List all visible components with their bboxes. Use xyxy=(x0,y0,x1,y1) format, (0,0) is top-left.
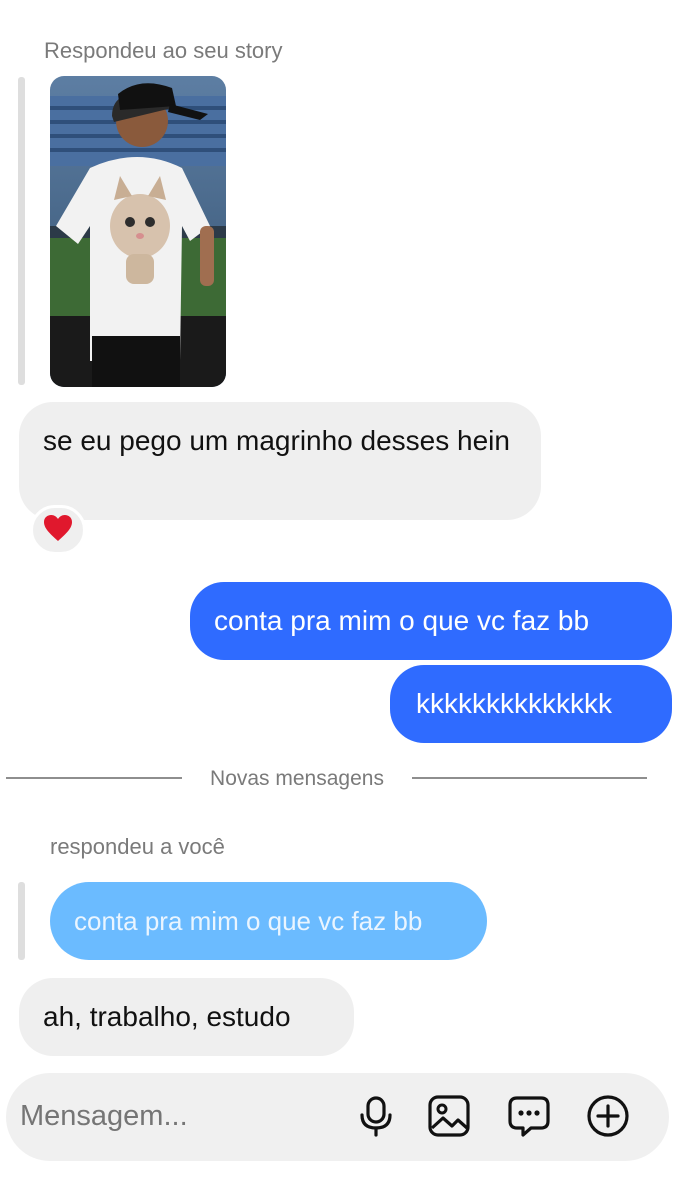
story-thumbnail[interactable] xyxy=(50,76,226,387)
add-button[interactable] xyxy=(586,1094,630,1138)
microphone-icon xyxy=(360,1096,392,1137)
reply-label: respondeu a você xyxy=(50,834,225,859)
quoted-text: conta pra mim o que vc faz bb xyxy=(74,906,423,936)
incoming-message-bubble[interactable]: ah, trabalho, estudo xyxy=(19,978,354,1056)
new-messages-divider-label: Novas mensagens xyxy=(210,767,384,790)
heart-reaction-icon xyxy=(43,514,73,547)
story-quote-bar xyxy=(18,77,25,385)
reply-quote-bar xyxy=(18,882,25,960)
message-text: ah, trabalho, estudo xyxy=(43,1001,291,1032)
message-text: kkkkkkkkkkkkkk xyxy=(416,688,612,719)
story-image xyxy=(50,76,226,387)
gallery-icon xyxy=(428,1095,470,1137)
chat-more-button[interactable] xyxy=(507,1094,551,1138)
message-text: conta pra mim o que vc faz bb xyxy=(214,605,590,636)
outgoing-message-bubble[interactable]: conta pra mim o que vc faz bb xyxy=(190,582,672,660)
add-circle-icon xyxy=(587,1095,629,1137)
outgoing-message-bubble[interactable]: kkkkkkkkkkkkkk xyxy=(390,665,672,743)
divider-line-right xyxy=(412,777,647,779)
message-input[interactable] xyxy=(20,1094,340,1138)
incoming-message-bubble[interactable]: se eu pego um magrinho desses hein xyxy=(19,402,541,520)
quoted-message-bubble[interactable]: conta pra mim o que vc faz bb xyxy=(50,882,487,960)
chat-more-icon xyxy=(508,1096,550,1137)
story-reply-label: Respondeu ao seu story xyxy=(44,38,283,63)
gallery-button[interactable] xyxy=(427,1094,471,1138)
message-text: se eu pego um magrinho desses hein xyxy=(43,425,510,456)
reaction-badge[interactable] xyxy=(30,505,86,555)
microphone-button[interactable] xyxy=(354,1094,398,1138)
